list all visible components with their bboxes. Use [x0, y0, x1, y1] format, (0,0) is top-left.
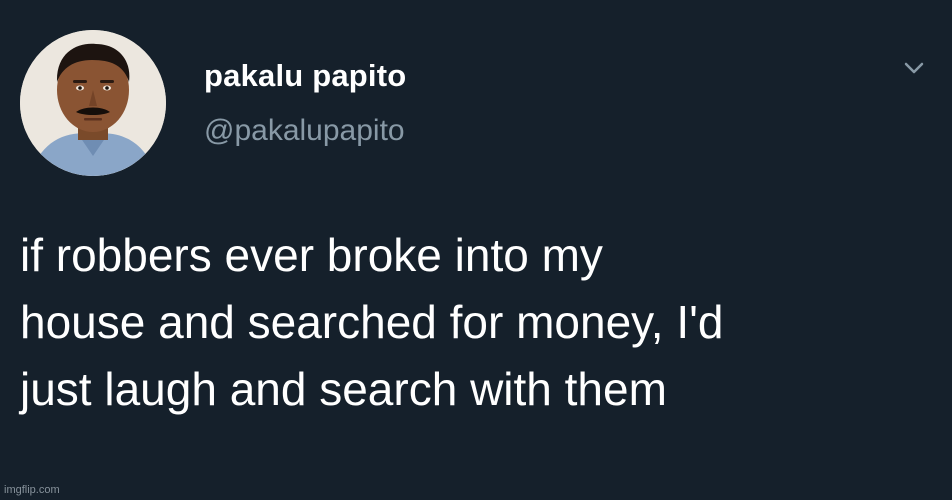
tweet-text: if robbers ever broke into my house and … [20, 222, 930, 423]
watermark: imgflip.com [4, 484, 60, 496]
author-display-name[interactable]: pakalu papito [204, 58, 406, 94]
tweet-card: pakalu papito @pakalupapito if robbers e… [0, 0, 952, 500]
chevron-down-icon[interactable] [902, 58, 926, 78]
avatar-photo-icon [20, 30, 166, 176]
author-handle[interactable]: @pakalupapito [204, 114, 405, 148]
tweet-line: just laugh and search with them [20, 363, 667, 415]
tweet-line: if robbers ever broke into my [20, 229, 603, 281]
tweet-line: house and searched for money, I'd [20, 296, 724, 348]
avatar[interactable] [20, 30, 166, 176]
